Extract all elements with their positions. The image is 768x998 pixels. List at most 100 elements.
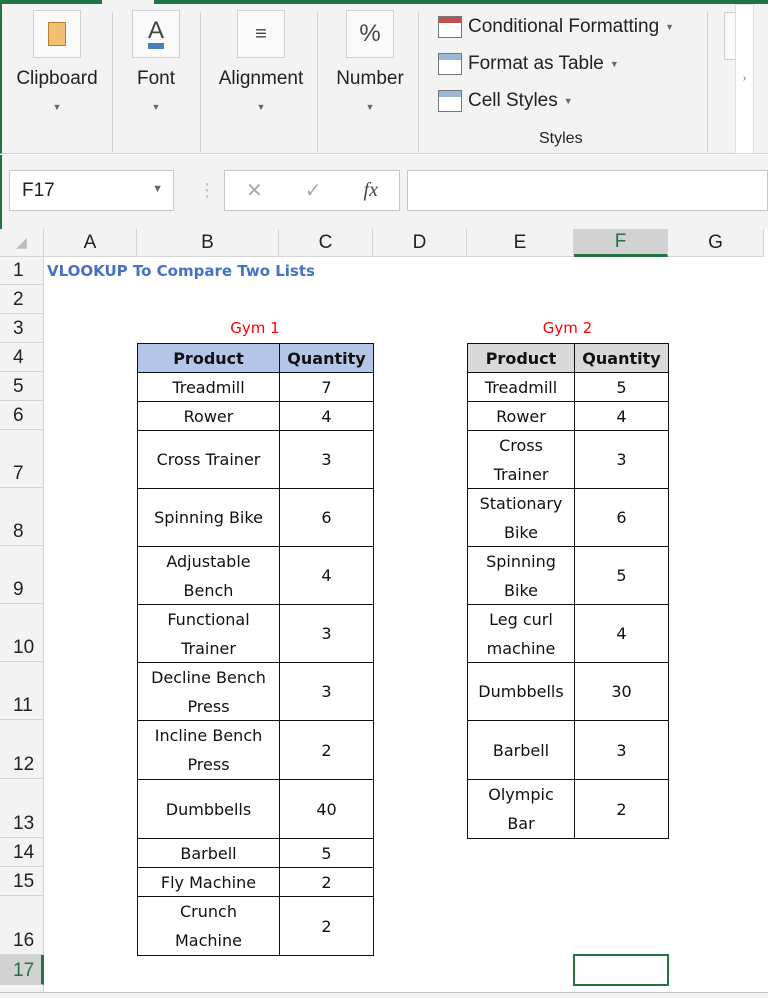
conditional-formatting-label: Conditional Formatting <box>468 16 660 37</box>
row-header-5[interactable]: 5 <box>0 372 44 401</box>
quantity-cell[interactable]: 2 <box>279 867 374 897</box>
row-header-7[interactable]: 7 <box>0 430 44 488</box>
font-color-icon: A <box>132 10 180 58</box>
row-header-2[interactable]: 2 <box>0 285 44 314</box>
product-cell[interactable]: Spinning Bike <box>467 546 575 605</box>
quantity-cell[interactable]: 3 <box>279 430 374 489</box>
column-header-C[interactable]: C <box>279 229 373 257</box>
quantity-cell[interactable]: 30 <box>574 662 669 721</box>
conditional-formatting-button[interactable]: Conditional Formatting ▼ <box>438 16 674 38</box>
product-cell[interactable]: Olympic Bar <box>467 779 575 839</box>
product-cell[interactable]: Stationary Bike <box>467 488 575 547</box>
quantity-cell[interactable]: 5 <box>279 838 374 868</box>
format-as-table-icon <box>438 53 462 75</box>
sheet-title: VLOOKUP To Compare Two Lists <box>47 262 315 280</box>
product-cell[interactable]: Spinning Bike <box>137 488 280 547</box>
number-group[interactable]: % Number ▼ <box>324 4 416 154</box>
column-header-G[interactable]: G <box>668 229 764 257</box>
ribbon-scroll-right[interactable]: › <box>735 4 754 154</box>
row-header-17[interactable]: 17 <box>0 955 44 985</box>
styles-group-label: Styles <box>539 130 583 147</box>
chevron-down-icon: ▼ <box>256 102 266 112</box>
row-header-9[interactable]: 9 <box>0 546 44 604</box>
column-header-B[interactable]: B <box>137 229 279 257</box>
alignment-group[interactable]: ≡ Alignment ▼ <box>207 4 315 154</box>
table-header-cell: Product <box>137 343 280 373</box>
row-header-13[interactable]: 13 <box>0 779 44 838</box>
row-header-15[interactable]: 15 <box>0 867 44 896</box>
quantity-cell[interactable]: 3 <box>279 662 374 721</box>
name-box[interactable]: F17 ▼ <box>9 170 174 211</box>
quantity-cell[interactable]: 5 <box>574 372 669 402</box>
product-cell[interactable]: Decline Bench Press <box>137 662 280 721</box>
quantity-cell[interactable]: 5 <box>574 546 669 605</box>
product-cell[interactable]: Rower <box>467 401 575 431</box>
gym-title: Gym 2 <box>542 319 593 337</box>
formula-bar-splitter[interactable]: ⋮ <box>198 180 216 201</box>
quantity-cell[interactable]: 40 <box>279 779 374 839</box>
product-cell[interactable]: Barbell <box>137 838 280 868</box>
conditional-formatting-icon <box>438 16 462 38</box>
quantity-cell[interactable]: 3 <box>279 604 374 663</box>
product-cell[interactable]: Cross Trainer <box>467 430 575 489</box>
quantity-cell[interactable]: 2 <box>279 896 374 956</box>
product-cell[interactable]: Dumbbells <box>467 662 575 721</box>
quantity-cell[interactable]: 4 <box>574 604 669 663</box>
row-header-4[interactable]: 4 <box>0 343 44 372</box>
column-header-F[interactable]: F <box>574 229 668 257</box>
quantity-cell[interactable]: 4 <box>574 401 669 431</box>
product-cell[interactable]: Adjustable Bench <box>137 546 280 605</box>
row-header-8[interactable]: 8 <box>0 488 44 546</box>
align-icon: ≡ <box>237 10 285 58</box>
column-header-E[interactable]: E <box>467 229 574 257</box>
product-cell[interactable]: Treadmill <box>137 372 280 402</box>
chevron-down-icon: ▼ <box>365 102 375 112</box>
product-cell[interactable]: Leg curl machine <box>467 604 575 663</box>
product-cell[interactable]: Incline Bench Press <box>137 720 280 780</box>
row-header-10[interactable]: 10 <box>0 604 44 662</box>
enter-icon[interactable]: ✓ <box>305 178 322 203</box>
clipboard-group[interactable]: Clipboard ▼ <box>7 4 107 154</box>
selected-cell-f17[interactable] <box>573 954 669 986</box>
product-cell[interactable]: Treadmill <box>467 372 575 402</box>
row-header-1[interactable]: 1 <box>0 257 44 285</box>
quantity-cell[interactable]: 7 <box>279 372 374 402</box>
chevron-down-icon[interactable]: ▼ <box>152 183 163 195</box>
product-cell[interactable]: Functional Trainer <box>137 604 280 663</box>
clipboard-label: Clipboard <box>16 68 98 89</box>
cell-styles-label: Cell Styles <box>468 90 558 111</box>
quantity-cell[interactable]: 2 <box>279 720 374 780</box>
product-cell[interactable]: Cross Trainer <box>137 430 280 489</box>
table-header-cell: Product <box>467 343 575 373</box>
quantity-cell[interactable]: 4 <box>279 546 374 605</box>
format-as-table-button[interactable]: Format as Table ▼ <box>438 53 619 75</box>
row-header-14[interactable]: 14 <box>0 838 44 867</box>
select-all-corner[interactable]: ◢ <box>0 229 44 257</box>
percent-icon: % <box>346 10 394 58</box>
quantity-cell[interactable]: 3 <box>574 720 669 780</box>
row-header-12[interactable]: 12 <box>0 720 44 779</box>
cell-styles-button[interactable]: Cell Styles ▼ <box>438 90 573 112</box>
name-box-value: F17 <box>22 180 55 201</box>
quantity-cell[interactable]: 6 <box>574 488 669 547</box>
font-group[interactable]: A Font ▼ <box>114 4 198 154</box>
quantity-cell[interactable]: 3 <box>574 430 669 489</box>
quantity-cell[interactable]: 2 <box>574 779 669 839</box>
product-cell[interactable]: Barbell <box>467 720 575 780</box>
row-header-11[interactable]: 11 <box>0 662 44 720</box>
row-header-6[interactable]: 6 <box>0 401 44 430</box>
insert-function-icon[interactable]: fx <box>364 179 378 202</box>
quantity-cell[interactable]: 6 <box>279 488 374 547</box>
product-cell[interactable]: Dumbbells <box>137 779 280 839</box>
product-cell[interactable]: Rower <box>137 401 280 431</box>
product-cell[interactable]: Fly Machine <box>137 867 280 897</box>
formula-input[interactable] <box>407 170 768 211</box>
row-header-16[interactable]: 16 <box>0 896 44 955</box>
cancel-icon[interactable]: ✕ <box>246 178 263 203</box>
row-header-3[interactable]: 3 <box>0 314 44 343</box>
product-cell[interactable]: Crunch Machine <box>137 896 280 956</box>
column-header-A[interactable]: A <box>44 229 137 257</box>
quantity-cell[interactable]: 4 <box>279 401 374 431</box>
chevron-down-icon: ▼ <box>151 102 161 112</box>
column-header-D[interactable]: D <box>373 229 467 257</box>
